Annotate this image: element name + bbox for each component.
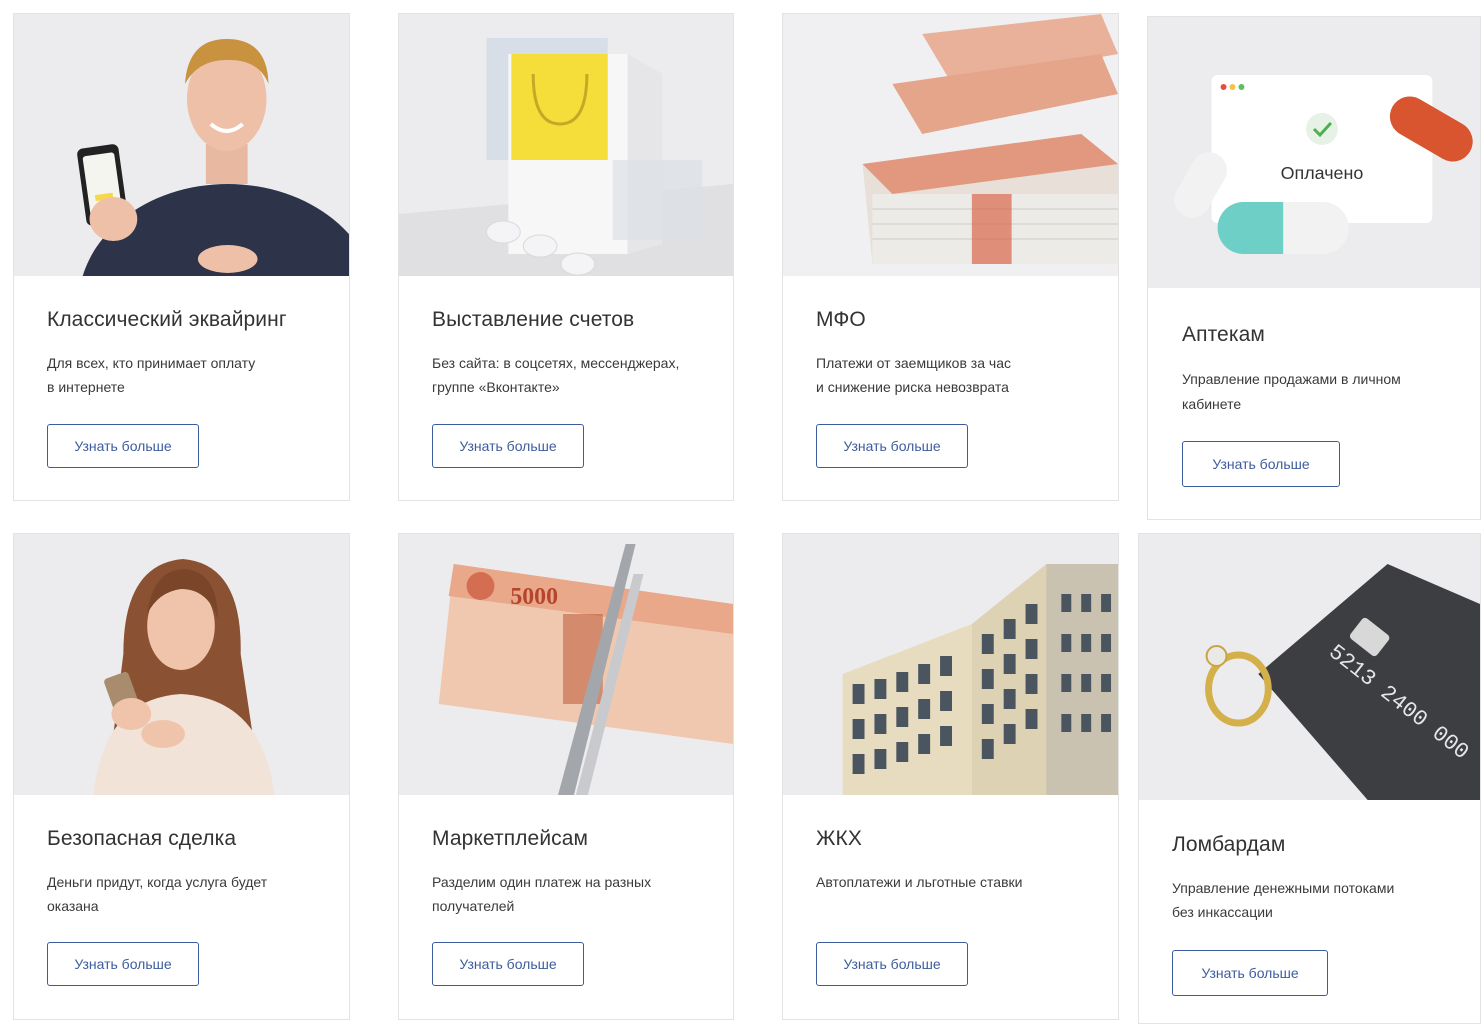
learn-more-button[interactable]: Узнать больше (816, 942, 968, 986)
card-description: Без сайта: в соцсетях, мессенджерах, (432, 355, 680, 371)
card-description: Разделим один платеж на разных (432, 874, 652, 890)
learn-more-button[interactable]: Узнать больше (47, 424, 199, 468)
card-description: Деньги придут, когда услуга будет (47, 874, 268, 890)
card-title: ЖКХ (816, 827, 862, 850)
card-description: Управление денежными потоками (1172, 880, 1395, 896)
product-card-marketplaces: 5000 Маркетплейсам Разделим один платеж … (398, 533, 734, 1020)
card-description: кабинете (1182, 396, 1242, 412)
card-description: оказана (47, 898, 99, 914)
card-description: без инкассации (1172, 904, 1273, 920)
product-card-housing: ЖКХ Автоплатежи и льготные ставки Узнать… (782, 533, 1119, 1020)
card-title: Классический эквайринг (47, 308, 287, 331)
learn-more-button[interactable]: Узнать больше (1182, 441, 1340, 487)
product-card-invoicing: Выставление счетов Без сайта: в соцсетях… (398, 13, 734, 501)
card-description: Автоплатежи и льготные ставки (816, 874, 1023, 890)
banknote-denomination: 5000 (510, 584, 558, 610)
card-description: получателей (432, 898, 515, 914)
card-description: группе «Вконтакте» (432, 379, 560, 395)
woman-with-phone-image (14, 534, 349, 795)
learn-more-button[interactable]: Узнать больше (47, 942, 199, 986)
apartment-building-image (783, 534, 1118, 795)
product-card-acquiring: Классический эквайринг Для всех, кто при… (13, 13, 350, 501)
card-title: Аптекам (1182, 323, 1265, 346)
learn-more-button[interactable]: Узнать больше (432, 424, 584, 468)
shopping-bag-image (399, 14, 733, 276)
product-card-mfo: МФО Платежи от заемщиков за час и снижен… (782, 13, 1119, 501)
paid-label: Оплачено (1281, 163, 1364, 183)
card-description: в интернете (47, 379, 125, 395)
card-title: Маркетплейсам (432, 827, 589, 850)
card-description: и снижение риска невозврата (816, 379, 1009, 395)
card-title: Выставление счетов (432, 308, 635, 331)
card-and-ring-image: 5213 2400 000 (1139, 534, 1480, 800)
card-description: Управление продажами в личном (1182, 371, 1401, 387)
product-card-pharmacies: Оплачено Аптекам Управление продажами в … (1147, 16, 1481, 520)
learn-more-button[interactable]: Узнать больше (816, 424, 968, 468)
card-title: МФО (816, 308, 866, 331)
learn-more-button[interactable]: Узнать больше (432, 942, 584, 986)
banknote-stacks-image (783, 14, 1118, 276)
card-description: Платежи от заемщиков за час (816, 355, 1011, 371)
banknote-scissors-image: 5000 (399, 534, 733, 795)
card-description: Для всех, кто принимает оплату (47, 355, 256, 371)
card-title: Ломбардам (1172, 833, 1286, 856)
product-card-pawnshops: 5213 2400 000 Ломбардам Управление денеж… (1138, 533, 1481, 1024)
learn-more-button[interactable]: Узнать больше (1172, 950, 1328, 996)
man-with-phone-image (14, 14, 349, 276)
card-title: Безопасная сделка (47, 827, 237, 850)
product-card-safe-deal: Безопасная сделка Деньги придут, когда у… (13, 533, 350, 1020)
pills-window-image: Оплачено (1148, 17, 1480, 288)
